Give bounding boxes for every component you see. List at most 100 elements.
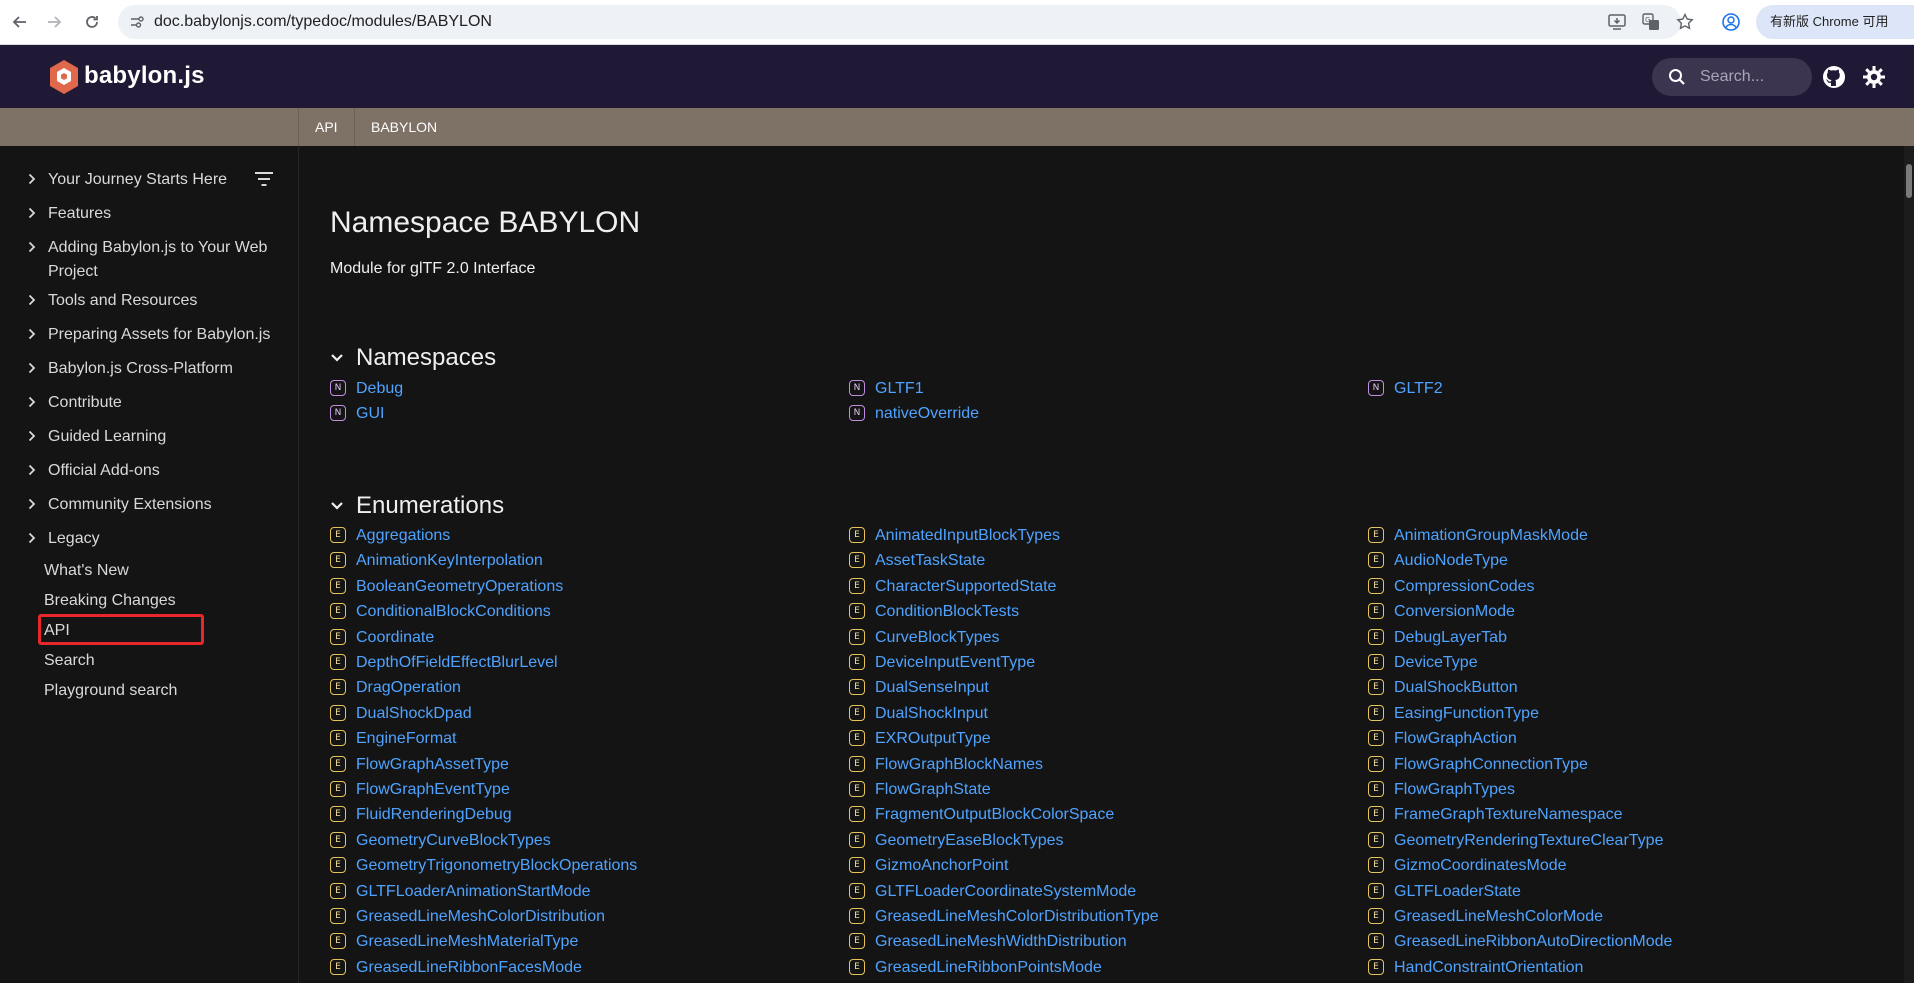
enumeration-item-link[interactable]: FlowGraphEventType [356, 780, 510, 800]
enumeration-item-link[interactable]: ConditionalBlockConditions [356, 602, 551, 622]
logo-text[interactable]: babylon.js [84, 62, 205, 90]
sidebar-link-whats-new[interactable]: What's New [44, 560, 129, 582]
forward-button[interactable] [40, 8, 68, 36]
scrollbar-thumb[interactable] [1906, 164, 1912, 198]
enumeration-item-link[interactable]: Aggregations [356, 526, 450, 546]
namespace-item-link[interactable]: GUI [356, 404, 384, 424]
enum-badge-icon: E [1368, 704, 1384, 721]
chevron-right-icon [28, 532, 36, 544]
sidebar-link-playground-search[interactable]: Playground search [44, 680, 177, 702]
chrome-update-button[interactable]: 有新版 Chrome 可用 [1756, 5, 1914, 39]
chevron-right-icon [28, 241, 36, 253]
enumeration-item-link[interactable]: DualShockButton [1394, 678, 1518, 698]
enumeration-item-link[interactable]: CharacterSupportedState [875, 577, 1056, 597]
enumeration-item-link[interactable]: GeometryEaseBlockTypes [875, 831, 1064, 851]
theme-gear-icon[interactable] [1862, 65, 1886, 89]
enumeration-item-link[interactable]: EngineFormat [356, 729, 457, 749]
namespace-badge-icon: N [849, 405, 865, 421]
enumeration-item-link[interactable]: ConversionMode [1394, 602, 1515, 622]
enumeration-item-link[interactable]: GreasedLineRibbonPointsMode [875, 958, 1102, 978]
enumeration-item-link[interactable]: DualSenseInput [875, 678, 989, 698]
enumeration-item-link[interactable]: GreasedLineMeshColorDistribution [356, 907, 605, 927]
enum-badge-icon: E [849, 781, 865, 797]
enumeration-item-link[interactable]: DragOperation [356, 678, 461, 698]
back-button[interactable] [6, 8, 34, 36]
enumeration-item-link[interactable]: ConditionBlockTests [875, 602, 1019, 622]
enumeration-item-link[interactable]: FlowGraphState [875, 780, 991, 800]
site-search-box[interactable]: Search... [1652, 58, 1812, 96]
babylon-logo-icon[interactable] [48, 59, 80, 95]
enumeration-item-link[interactable]: GeometryRenderingTextureClearType [1394, 831, 1663, 851]
namespace-item-link[interactable]: Debug [356, 379, 403, 399]
enumeration-item-link[interactable]: GreasedLineRibbonAutoDirectionMode [1394, 932, 1672, 952]
chevron-right-icon [28, 173, 36, 185]
enumeration-item-link[interactable]: BooleanGeometryOperations [356, 577, 563, 597]
namespace-item-link[interactable]: GLTF2 [1394, 379, 1443, 399]
enumeration-item-link[interactable]: GeometryCurveBlockTypes [356, 831, 551, 851]
enumeration-item-link[interactable]: AnimatedInputBlockTypes [875, 526, 1060, 546]
enumeration-item-link[interactable]: GLTFLoaderState [1394, 882, 1521, 902]
sidebar-link-breaking-changes[interactable]: Breaking Changes [44, 590, 176, 612]
sidebar-link-search[interactable]: Search [44, 650, 95, 672]
enumeration-item-link[interactable]: GreasedLineMeshMaterialType [356, 932, 578, 952]
enum-badge-icon: E [330, 654, 346, 670]
enumeration-item-link[interactable]: AssetTaskState [875, 551, 985, 571]
enumeration-item-link[interactable]: FragmentOutputBlockColorSpace [875, 805, 1114, 825]
page-title: Namespace BABYLON [330, 206, 641, 239]
enumeration-item-link[interactable]: DepthOfFieldEffectBlurLevel [356, 653, 558, 673]
enumeration-item-link[interactable]: FluidRenderingDebug [356, 805, 512, 825]
enumeration-item-link[interactable]: CompressionCodes [1394, 577, 1535, 597]
breadcrumb: API BABYLON [0, 108, 1914, 146]
enumeration-item-link[interactable]: GLTFLoaderCoordinateSystemMode [875, 882, 1136, 902]
enumeration-item-link[interactable]: FlowGraphAction [1394, 729, 1517, 749]
enumeration-item-link[interactable]: FlowGraphBlockNames [875, 755, 1043, 775]
site-info-icon[interactable] [130, 15, 144, 29]
namespace-item-link[interactable]: nativeOverride [875, 404, 979, 424]
enumeration-item-link[interactable]: AnimationGroupMaskMode [1394, 526, 1588, 546]
reload-button[interactable] [78, 8, 106, 36]
enumeration-item-link[interactable]: DeviceInputEventType [875, 653, 1035, 673]
bookmark-star-icon[interactable] [1676, 13, 1694, 31]
enumeration-item-link[interactable]: FlowGraphConnectionType [1394, 755, 1588, 775]
enumeration-item-link[interactable]: DeviceType [1394, 653, 1478, 673]
enumeration-item-link[interactable]: GreasedLineMeshColorMode [1394, 907, 1603, 927]
enumeration-item-link[interactable]: GizmoCoordinatesMode [1394, 856, 1567, 876]
breadcrumb-item-api[interactable]: API [315, 108, 338, 146]
enumeration-item-link[interactable]: EXROutputType [875, 729, 991, 749]
enumeration-item-link[interactable]: GreasedLineMeshWidthDistribution [875, 932, 1127, 952]
enumeration-item-link[interactable]: AnimationKeyInterpolation [356, 551, 543, 571]
enumeration-item-link[interactable]: DebugLayerTab [1394, 628, 1507, 648]
translate-icon[interactable]: G [1642, 13, 1660, 31]
enumeration-item-link[interactable]: EasingFunctionType [1394, 704, 1539, 724]
enumeration-item-link[interactable]: FrameGraphTextureNamespace [1394, 805, 1623, 825]
install-app-icon[interactable] [1608, 14, 1626, 30]
enum-badge-icon: E [330, 527, 346, 543]
namespace-badge-icon: N [849, 380, 865, 396]
enum-badge-icon: E [330, 730, 346, 747]
enumeration-item-link[interactable]: FlowGraphTypes [1394, 780, 1515, 800]
search-icon [1669, 69, 1685, 85]
enum-badge-icon: E [330, 577, 346, 594]
enumeration-item-link[interactable]: AudioNodeType [1394, 551, 1508, 571]
breadcrumb-item-babylon[interactable]: BABYLON [371, 108, 437, 146]
enum-badge-icon: E [849, 933, 865, 950]
address-bar[interactable]: doc.babylonjs.com/typedoc/modules/BABYLO… [118, 5, 1694, 39]
enumeration-item-link[interactable]: CurveBlockTypes [875, 628, 1000, 648]
enumeration-item-link[interactable]: GeometryTrigonometryBlockOperations [356, 856, 637, 876]
enumeration-item-link[interactable]: DualShockDpad [356, 704, 472, 724]
page-scrollbar[interactable] [1904, 146, 1914, 983]
enum-badge-icon: E [330, 679, 346, 696]
profile-icon[interactable] [1721, 12, 1741, 32]
github-icon[interactable] [1822, 65, 1846, 89]
forward-arrow-icon [48, 16, 62, 28]
enumeration-item-link[interactable]: FlowGraphAssetType [356, 755, 509, 775]
enumeration-item-link[interactable]: HandConstraintOrientation [1394, 958, 1583, 978]
namespace-item-link[interactable]: GLTF1 [875, 379, 924, 399]
enumeration-item-link[interactable]: Coordinate [356, 628, 434, 648]
enumeration-item-link[interactable]: GizmoAnchorPoint [875, 856, 1008, 876]
enumeration-item-link[interactable]: GreasedLineMeshColorDistributionType [875, 907, 1159, 927]
enumeration-item-link[interactable]: GLTFLoaderAnimationStartMode [356, 882, 590, 902]
chevron-right-icon [28, 430, 36, 442]
enumeration-item-link[interactable]: DualShockInput [875, 704, 988, 724]
enumeration-item-link[interactable]: GreasedLineRibbonFacesMode [356, 958, 582, 978]
